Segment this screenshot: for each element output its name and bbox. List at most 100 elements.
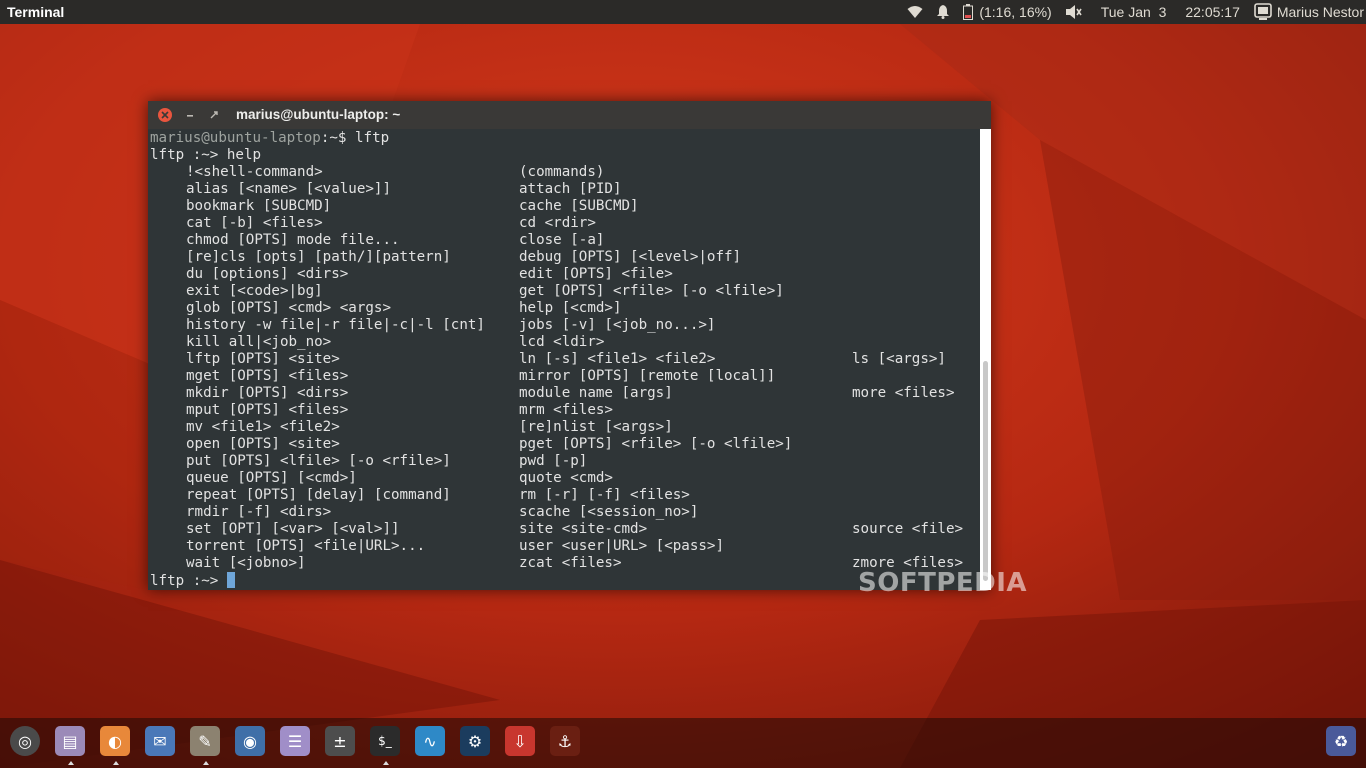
help-command-1: put [OPTS] <lfile> [-o <rfile>]	[186, 453, 451, 469]
firefox-icon[interactable]: ◐	[100, 726, 130, 765]
help-command-2: jobs [-v] [<job_no...>]	[519, 317, 716, 333]
help-command-line: lftp :~> help	[150, 147, 262, 163]
indicator-area: (1:16, 16%) Tue Jan 3 22:05:17 Marius Ne…	[900, 0, 1366, 24]
help-command-3: more <files>	[852, 385, 955, 401]
files-icon[interactable]: ▤	[55, 726, 85, 765]
gimp-glyph: ✎	[198, 731, 212, 751]
help-command-2: rm [-r] [-f] <files>	[519, 487, 690, 503]
running-indicator	[203, 761, 209, 765]
scrollbar-thumb[interactable]	[983, 361, 988, 581]
help-command-1: kill all|<job_no>	[186, 334, 332, 350]
running-indicator	[113, 761, 119, 765]
help-command-1: rmdir [-f] <dirs>	[186, 504, 332, 520]
ubuntu-logo-glyph: ◎	[18, 731, 32, 751]
help-command-1: torrent [OPTS] <file|URL>...	[186, 538, 426, 554]
help-command-2: user <user|URL> [<pass>]	[519, 538, 724, 554]
help-command-1: wait [<jobno>]	[186, 555, 306, 571]
help-command-2: lcd <ldir>	[519, 334, 605, 350]
help-command-1: repeat [OPTS] [delay] [command]	[186, 487, 451, 503]
calculator-glyph: ±	[333, 731, 347, 751]
help-command-2: quote <cmd>	[519, 470, 613, 486]
terminal-window[interactable]: marius@ubuntu-laptop: ~ marius@ubuntu-la…	[148, 101, 991, 590]
help-command-1: exit [<code>|bg]	[186, 283, 323, 299]
help-command-1: set [OPT] [<var> [<val>]]	[186, 521, 400, 537]
terminal-output[interactable]: marius@ubuntu-laptop:~$ lftp lftp :~> he…	[148, 129, 980, 590]
help-command-1: mv <file1> <file2>	[186, 419, 340, 435]
bell-icon[interactable]	[930, 0, 956, 24]
help-command-2: attach [PID]	[519, 181, 622, 197]
help-command-2: debug [OPTS] [<level>|off]	[519, 249, 742, 265]
help-command-1: [re]cls [opts] [path/][pattern]	[186, 249, 451, 265]
help-command-1: open [OPTS] <site>	[186, 436, 340, 452]
battery-indicator[interactable]: (1:16, 16%)	[956, 0, 1058, 24]
text-editor-icon[interactable]: ☰	[280, 726, 310, 756]
help-command-3: ls [<args>]	[852, 351, 946, 367]
help-command-2: cache [SUBCMD]	[519, 198, 639, 214]
help-command-1: history -w file|-r file|-c|-l [cnt]	[186, 317, 485, 333]
system-monitor-icon[interactable]: ∿	[415, 726, 445, 756]
trash-glyph: ♻	[1333, 731, 1349, 751]
maximize-icon	[210, 111, 218, 119]
calculator-icon[interactable]: ±	[325, 726, 355, 756]
files-glyph: ▤	[62, 731, 78, 751]
window-titlebar[interactable]: marius@ubuntu-laptop: ~	[148, 101, 991, 129]
minimize-icon	[187, 115, 193, 117]
help-command-1: chmod [OPTS] mode file...	[186, 232, 400, 248]
mail-icon[interactable]: ✉	[145, 726, 175, 756]
final-prompt: lftp :~>	[150, 573, 227, 589]
help-command-2: scache [<session_no>]	[519, 504, 699, 520]
prompt-command: :~$ lftp	[320, 130, 390, 146]
screenshot-icon[interactable]: ◉	[235, 726, 265, 756]
maximize-button[interactable]	[206, 107, 222, 123]
text-editor-glyph: ☰	[287, 731, 303, 751]
software-center-icon[interactable]: ⇩	[505, 726, 535, 756]
close-button[interactable]	[158, 108, 172, 122]
battery-icon	[963, 4, 974, 20]
running-indicator	[383, 761, 389, 765]
gimp-icon[interactable]: ✎	[190, 726, 220, 765]
help-command-2: get [OPTS] <rfile> [-o <lfile>]	[519, 283, 784, 299]
screenshot-glyph: ◉	[243, 731, 257, 751]
help-command-1: glob [OPTS] <cmd> <args>	[186, 300, 391, 316]
help-command-2: module name [args]	[519, 385, 673, 401]
scrollbar[interactable]	[980, 129, 991, 590]
mail-glyph: ✉	[153, 731, 167, 751]
trash-icon[interactable]: ♻	[1326, 726, 1356, 756]
help-command-2: zcat <files>	[519, 555, 622, 571]
user-icon	[1254, 3, 1272, 20]
help-command-1: !<shell-command>	[186, 164, 323, 180]
help-command-1: mkdir [OPTS] <dirs>	[186, 385, 349, 401]
close-icon	[161, 111, 169, 119]
battery-text: (1:16, 16%)	[979, 4, 1052, 20]
help-command-1: queue [OPTS] [<cmd>]	[186, 470, 357, 486]
help-command-2: mrm <files>	[519, 402, 613, 418]
clock-indicator[interactable]: 22:05:17	[1173, 0, 1247, 24]
final-prompt-line[interactable]: lftp :~>	[150, 572, 235, 590]
window-title: marius@ubuntu-laptop: ~	[236, 107, 401, 122]
text-cursor	[226, 572, 235, 588]
terminal-icon[interactable]: $_	[370, 726, 400, 765]
app-title: Terminal	[7, 4, 65, 20]
help-command-2: (commands)	[519, 164, 605, 180]
launcher-dock: ◎ ▤ ◐ ✉ ✎ ◉ ☰ ± $_ ∿ ⚙ ⇩ ⚓ ♻	[0, 718, 1366, 768]
wifi-icon[interactable]	[900, 0, 930, 24]
time-text: 22:05:17	[1185, 4, 1240, 20]
date-indicator[interactable]: Tue Jan 3	[1089, 0, 1174, 24]
watermark: SOFTPEDIA	[858, 568, 1028, 598]
running-indicator	[68, 761, 74, 765]
ubuntu-logo-icon[interactable]: ◎	[10, 726, 40, 756]
software-center-glyph: ⇩	[513, 731, 527, 751]
terminal-glyph: $_	[378, 734, 392, 748]
transmission-icon[interactable]: ⚓	[550, 726, 580, 756]
help-command-2: help [<cmd>]	[519, 300, 622, 316]
volume-icon[interactable]	[1059, 0, 1089, 24]
prompt-user: marius@ubuntu-laptop	[150, 130, 321, 146]
user-menu[interactable]: Marius Nestor	[1247, 0, 1366, 24]
steam-glyph: ⚙	[467, 731, 483, 751]
help-command-2: edit [OPTS] <file>	[519, 266, 673, 282]
steam-icon[interactable]: ⚙	[460, 726, 490, 756]
help-command-2: pwd [-p]	[519, 453, 588, 469]
help-command-2: ln [-s] <file1> <file2>	[519, 351, 716, 367]
help-command-1: du [options] <dirs>	[186, 266, 349, 282]
minimize-button[interactable]	[182, 107, 198, 123]
